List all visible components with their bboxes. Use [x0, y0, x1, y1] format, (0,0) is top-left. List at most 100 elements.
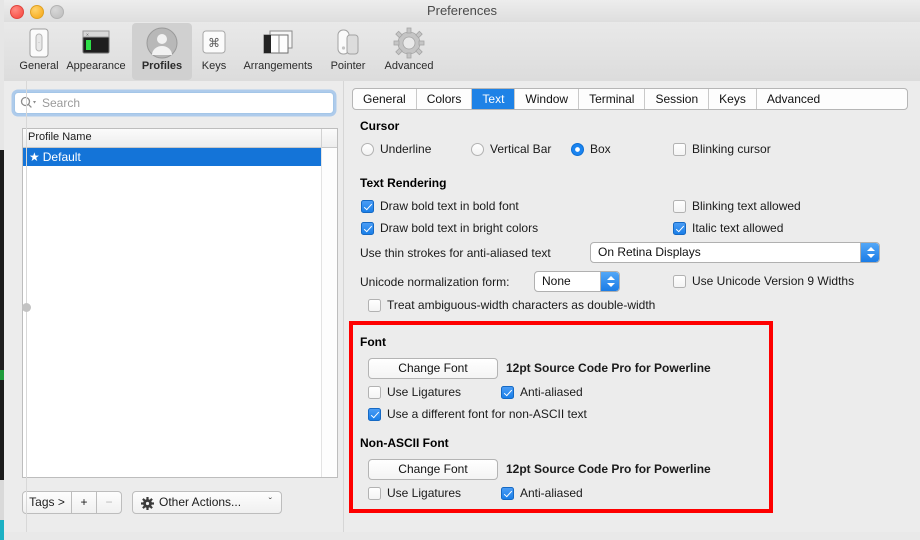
tab-window[interactable]: Window [515, 89, 580, 109]
checkbox-anti-aliased-non-ascii[interactable] [501, 487, 514, 500]
cursor-section-title: Cursor [360, 119, 400, 133]
other-actions-button[interactable]: Other Actions... ˇ [132, 491, 282, 514]
toolbar-item-appearance[interactable]: × Appearance [58, 23, 134, 80]
other-actions-label: Other Actions... [159, 495, 242, 509]
radio-label-vertical-bar: Vertical Bar [490, 142, 552, 156]
radio-label-underline: Underline [380, 142, 432, 156]
appearance-icon: × [58, 26, 134, 60]
checkbox-draw-bold-in-bold-font[interactable] [361, 200, 374, 213]
thin-strokes-value: On Retina Displays [598, 245, 701, 259]
checkbox-use-ligatures-non-ascii[interactable] [368, 487, 381, 500]
column-divider [321, 129, 322, 148]
toolbar-label-pointer: Pointer [330, 60, 366, 72]
toolbar-label-keys: Keys [201, 60, 227, 72]
checkbox-label-draw-bold-bright-colors: Draw bold text in bright colors [380, 221, 539, 235]
split-divider-handle[interactable] [22, 303, 31, 312]
profile-table-header: Profile Name [23, 129, 337, 148]
font-value-label: 12pt Source Code Pro for Powerline [506, 361, 711, 375]
tab-session[interactable]: Session [645, 89, 710, 109]
tab-keys[interactable]: Keys [709, 89, 757, 109]
default-profile-star-icon: ★ [29, 150, 40, 164]
checkbox-label-ambiguous-width-double: Treat ambiguous-width characters as doub… [387, 298, 656, 312]
checkbox-use-ligatures-font[interactable] [368, 386, 381, 399]
unicode-normalization-label: Unicode normalization form: [360, 275, 510, 289]
toolbar-label-arrangements: Arrangements [243, 60, 313, 72]
checkbox-blinking-text-allowed[interactable] [673, 200, 686, 213]
toolbar-item-arrangements[interactable]: Arrangements [235, 23, 321, 80]
thin-strokes-label: Use thin strokes for anti-aliased text [360, 246, 551, 260]
tab-text[interactable]: Text [472, 89, 516, 109]
profiles-icon [132, 26, 192, 60]
checkbox-italic-text-allowed[interactable] [673, 222, 686, 235]
text-rendering-section-title: Text Rendering [360, 176, 447, 190]
tab-colors[interactable]: Colors [417, 89, 473, 109]
checkbox-blinking-cursor[interactable] [673, 143, 686, 156]
gear-icon [141, 496, 154, 517]
column-header-profile-name: Profile Name [28, 131, 92, 143]
radio-box[interactable] [571, 143, 584, 156]
checkbox-label-use-ligatures-font: Use Ligatures [387, 385, 462, 399]
remove-profile-button: − [96, 491, 122, 514]
checkbox-label-use-ligatures-non-ascii: Use Ligatures [387, 486, 462, 500]
tags-button[interactable]: Tags > [22, 491, 72, 514]
checkbox-anti-aliased-font[interactable] [501, 386, 514, 399]
profile-row-name: Default [42, 150, 81, 164]
change-non-ascii-font-button[interactable]: Change Font [368, 459, 498, 480]
toolbar-label-advanced: Advanced [384, 60, 434, 72]
toolbar-item-keys[interactable]: ⌘ Keys [190, 23, 238, 80]
toolbar-item-profiles[interactable]: Profiles [132, 23, 192, 80]
preferences-window: Preferences General × Appearance Profile… [4, 0, 920, 540]
change-font-button[interactable]: Change Font [368, 358, 498, 379]
checkbox-label-anti-aliased-non-ascii: Anti-aliased [520, 486, 583, 500]
checkbox-label-different-font-non-ascii: Use a different font for non-ASCII text [387, 407, 587, 421]
profile-table-scrollbar[interactable] [321, 148, 337, 477]
checkbox-label-blinking-text-allowed: Blinking text allowed [692, 199, 801, 213]
unicode-normalization-select[interactable]: None [534, 271, 620, 292]
preferences-toolbar: General × Appearance Profiles ⌘ Keys Arr… [4, 22, 920, 82]
checkbox-label-blinking-cursor: Blinking cursor [692, 142, 771, 156]
checkbox-label-italic-text-allowed: Italic text allowed [692, 221, 784, 235]
toolbar-item-pointer[interactable]: Pointer [319, 23, 377, 80]
settings-tabbar: General Colors Text Window Terminal Sess… [352, 88, 908, 110]
svg-text:⌘: ⌘ [208, 36, 220, 50]
font-section-title: Font [360, 335, 386, 349]
thin-strokes-select[interactable]: On Retina Displays [590, 242, 880, 263]
tab-terminal[interactable]: Terminal [579, 89, 646, 109]
table-row[interactable]: ★ Default [23, 148, 321, 166]
toolbar-label-profiles: Profiles [141, 60, 183, 72]
radio-label-box: Box [590, 142, 611, 156]
checkbox-ambiguous-width-double[interactable] [368, 299, 381, 312]
toolbar-label-appearance: Appearance [66, 60, 126, 72]
search-input[interactable] [40, 95, 330, 111]
tab-advanced[interactable]: Advanced [757, 89, 830, 109]
unicode-normalization-value: None [542, 274, 571, 288]
chevron-down-icon: ˇ [268, 497, 272, 508]
checkbox-different-font-non-ascii[interactable] [368, 408, 381, 421]
checkbox-unicode9-widths[interactable] [673, 275, 686, 288]
checkbox-label-anti-aliased-font: Anti-aliased [520, 385, 583, 399]
tab-general[interactable]: General [353, 89, 417, 109]
search-icon[interactable] [20, 96, 38, 110]
checkbox-label-unicode9-widths: Use Unicode Version 9 Widths [692, 274, 855, 288]
svg-text:×: × [86, 32, 89, 38]
pointer-icon [319, 26, 377, 60]
advanced-gear-icon [375, 26, 443, 60]
non-ascii-font-section-title: Non-ASCII Font [360, 436, 449, 450]
radio-underline[interactable] [361, 143, 374, 156]
window-title: Preferences [426, 3, 498, 18]
keys-icon: ⌘ [190, 26, 238, 60]
checkbox-label-draw-bold-in-bold-font: Draw bold text in bold font [380, 199, 519, 213]
arrangements-icon [235, 26, 321, 60]
add-profile-button[interactable]: + [71, 491, 97, 514]
search-field-wrapper[interactable] [14, 92, 334, 114]
checkbox-draw-bold-bright-colors[interactable] [361, 222, 374, 235]
profile-table[interactable]: Profile Name ★ Default [22, 128, 338, 478]
updown-chevron-icon [600, 272, 619, 291]
radio-vertical-bar[interactable] [471, 143, 484, 156]
profiles-sidebar: Profile Name ★Default Tags > + − [4, 81, 344, 540]
updown-chevron-icon [860, 243, 879, 262]
titlebar: Preferences [4, 0, 920, 23]
window-bottom-chrome [4, 532, 920, 540]
toolbar-item-advanced[interactable]: Advanced [375, 23, 443, 80]
non-ascii-font-value-label: 12pt Source Code Pro for Powerline [506, 462, 711, 476]
